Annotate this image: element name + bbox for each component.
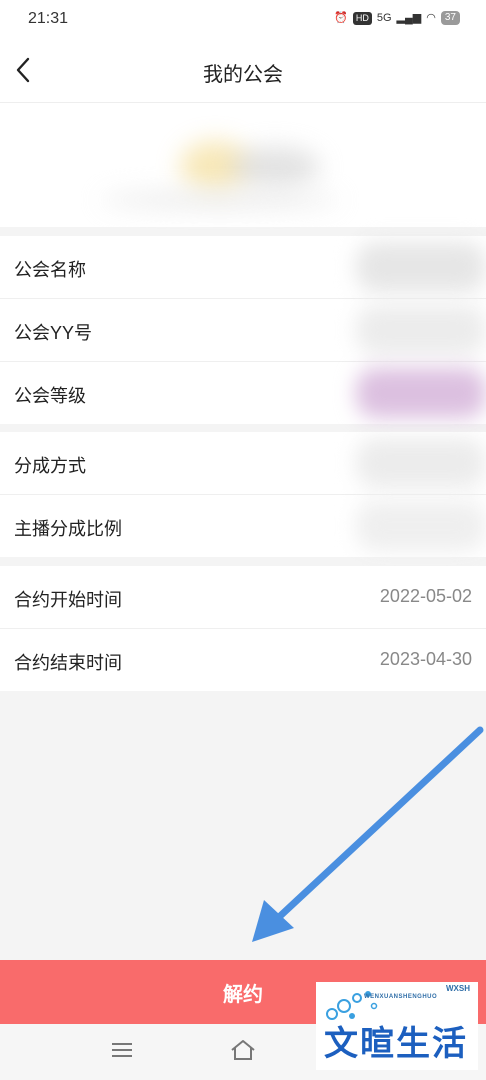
- menu-icon[interactable]: [110, 1038, 134, 1062]
- watermark-romanized: WENXUANSHENGHUO: [364, 994, 438, 1000]
- watermark-text: 文暄生活: [324, 1025, 468, 1063]
- home-icon[interactable]: [229, 1038, 257, 1062]
- annotation-arrow: [252, 726, 484, 942]
- watermark-tag: WXSH: [446, 984, 470, 993]
- watermark-logo: WENXUANSHENGHUO WXSH 文暄生活: [316, 982, 478, 1070]
